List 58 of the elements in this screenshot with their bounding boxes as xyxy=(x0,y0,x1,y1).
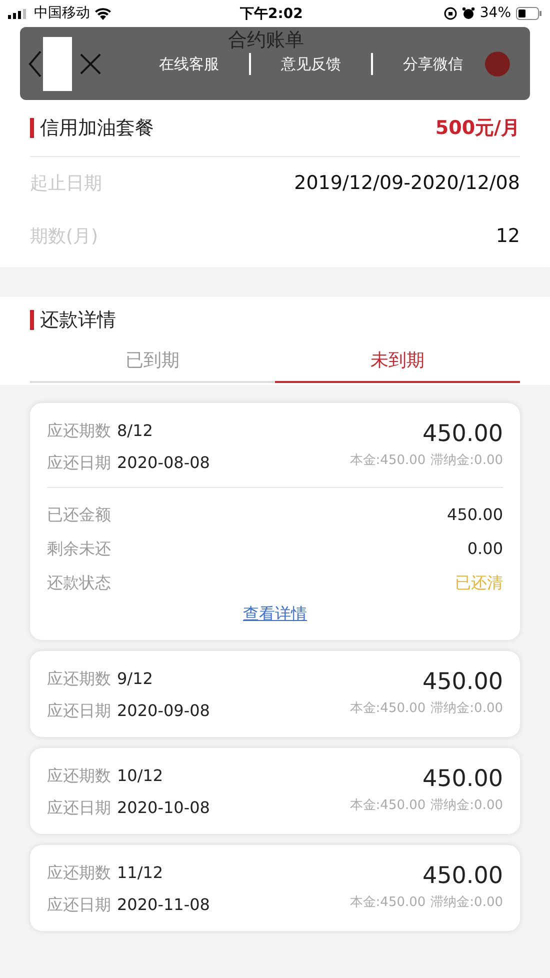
late-fee-text: 滞纳金:0.00 xyxy=(430,452,503,470)
bill-amount: 450.00 xyxy=(422,765,503,794)
plan-price: 500元/月 xyxy=(435,116,520,141)
status-value: 已还清 xyxy=(455,572,503,594)
bill-amount: 450.00 xyxy=(422,862,503,891)
field-value: 450.00 xyxy=(447,504,503,526)
field-label: 应还日期 xyxy=(47,452,111,474)
plan-name: 信用加油套餐 xyxy=(40,116,154,141)
field-label: 应还期数 xyxy=(47,862,111,884)
principal-text: 本金:450.00 xyxy=(350,894,426,912)
back-icon[interactable] xyxy=(28,48,42,78)
alarm-icon xyxy=(462,7,475,20)
tab[interactable]: 未到期 xyxy=(275,339,520,383)
menu-item[interactable]: 意见反馈 xyxy=(259,54,364,74)
field-value: 2019/12/09-2020/12/08 xyxy=(294,171,520,196)
page-thumbnail[interactable] xyxy=(43,36,72,90)
field-value: 10/12 xyxy=(117,765,164,787)
field-label: 应还日期 xyxy=(47,894,111,916)
battery-icon xyxy=(516,7,542,20)
close-icon[interactable] xyxy=(80,52,102,74)
principal-text: 本金:450.00 xyxy=(350,797,426,815)
details-link[interactable]: 查看详情 xyxy=(243,602,307,626)
bill-amount: 450.00 xyxy=(422,420,503,449)
late-fee-text: 滞纳金:0.00 xyxy=(430,894,503,912)
carrier-name: 中国移动 xyxy=(34,4,90,23)
field-label: 应还日期 xyxy=(47,700,111,722)
field-label: 已还金额 xyxy=(47,504,111,526)
wifi-icon xyxy=(94,7,112,20)
section-marker xyxy=(30,310,34,330)
page-title: 合约账单 xyxy=(228,29,304,51)
principal-text: 本金:450.00 xyxy=(350,452,426,470)
avatar-icon[interactable] xyxy=(485,50,510,76)
field-value: 2020-09-08 xyxy=(117,700,210,722)
rotation-lock-icon xyxy=(444,7,457,20)
late-fee-text: 滞纳金:0.00 xyxy=(430,700,503,718)
section-marker xyxy=(30,118,34,138)
field-value: 9/12 xyxy=(117,668,153,690)
bill-amount: 450.00 xyxy=(422,668,503,697)
field-value: 2020-10-08 xyxy=(117,797,210,819)
section-title: 还款详情 xyxy=(40,308,116,333)
battery-percent: 34% xyxy=(480,4,511,23)
field-value: 12 xyxy=(496,224,520,250)
field-label: 应还期数 xyxy=(47,765,111,787)
menu-item[interactable]: 在线客服 xyxy=(137,54,242,74)
field-label: 应还期数 xyxy=(47,420,111,442)
menu-item[interactable]: 分享微信 xyxy=(381,54,486,74)
field-value: 2020-11-08 xyxy=(117,894,210,916)
field-label: 还款状态 xyxy=(47,572,111,594)
field-label: 剩余未还 xyxy=(47,538,111,560)
principal-text: 本金:450.00 xyxy=(350,700,426,718)
field-label: 应还日期 xyxy=(47,797,111,819)
field-value: 0.00 xyxy=(467,538,503,560)
late-fee-text: 滞纳金:0.00 xyxy=(430,797,503,815)
field-value: 2020-08-08 xyxy=(117,452,210,474)
field-label: 应还期数 xyxy=(47,668,111,690)
field-value: 8/12 xyxy=(117,420,153,442)
field-value: 11/12 xyxy=(117,862,164,884)
status-time: 下午2:02 xyxy=(240,5,303,24)
